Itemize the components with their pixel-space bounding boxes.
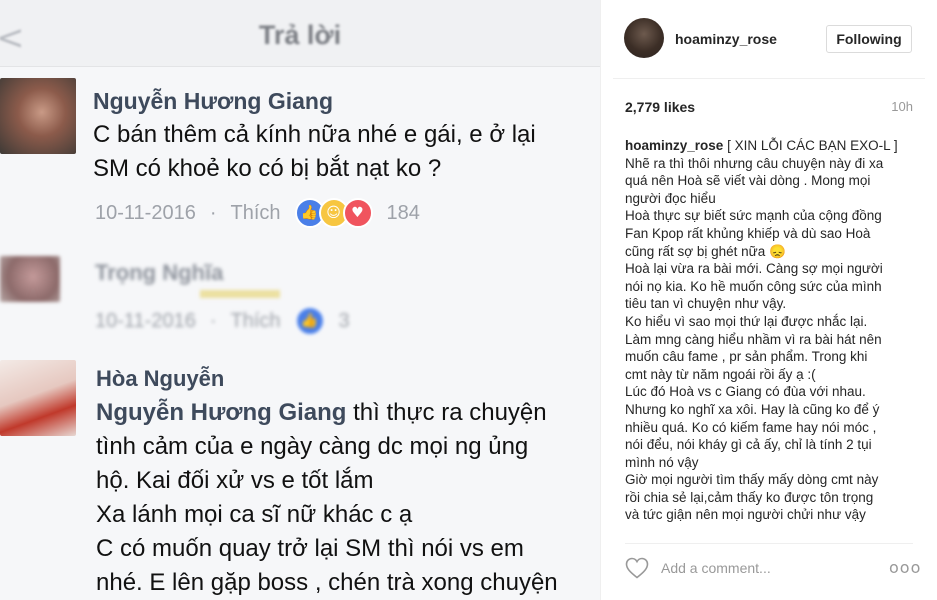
comment-meta: 10-11-2016 · Thích 👍 3 xyxy=(95,306,350,336)
post-image[interactable]: < Trả lời Nguyễn Hương Giang C bán thêm … xyxy=(0,0,600,600)
caption-line: mình nó vậy xyxy=(625,454,699,470)
caption-line: Nhẽ ra thì thôi nhưng câu chuyện này đi … xyxy=(625,155,884,171)
divider xyxy=(625,543,913,544)
add-comment-input[interactable]: Add a comment... xyxy=(661,560,771,576)
caption-line: Giờ mọi người tìm thấy mấy dòng cmt này xyxy=(625,472,879,488)
caption-line: Nhưng ko nghĩ xa xôi. Hay là cũng ko để … xyxy=(625,401,880,417)
comment-item: Trọng Nghĩa 10-11-2016 · Thích 👍 3 xyxy=(0,246,600,346)
comment-date: 10-11-2016 xyxy=(95,309,196,332)
caption-line: tiêu tan vì chuyện như vậy. xyxy=(625,296,787,312)
following-button[interactable]: Following xyxy=(826,25,912,53)
caption-line: nói nọ kia. Ko hề muốn công sức của mình xyxy=(625,278,882,294)
like-icon: 👍 xyxy=(294,306,325,336)
comment-item: Nguyễn Hương Giang C bán thêm cả kính nữ… xyxy=(0,66,600,246)
like-link: Thích xyxy=(230,201,281,224)
heart-icon[interactable] xyxy=(625,557,649,579)
avatar xyxy=(0,78,76,154)
comment-text: C bán thêm cả kính nữa nhé e gái, e ở lạ… xyxy=(93,121,536,182)
dot-separator: · xyxy=(209,309,217,332)
caption-line: Ko hiểu vì sao mọi thứ lại được nhắc lại… xyxy=(625,313,868,329)
caption-line: Làm mng càng hiểu nhầm vì ra bài hát nên xyxy=(625,331,882,347)
avatar[interactable] xyxy=(624,18,664,58)
post-caption: hoaminzy_rose [ XIN LỖI CÁC BẠN EXO-L ] … xyxy=(625,137,917,532)
comment-meta: 10-11-2016 · Thích 👍 ☺ ♥ 184 xyxy=(95,198,420,228)
caption-line: Fan Kpop rất khủng khiếp và dù sao Hoà xyxy=(625,225,871,241)
caption-line: nhiều quá. Ko có kiếm fame hay nói móc , xyxy=(625,419,877,435)
caption-line: người đọc hiểu xyxy=(625,190,716,206)
reply-header-bar: < Trả lời xyxy=(0,0,600,67)
post-header: hoaminzy_rose Following xyxy=(613,0,925,79)
comment-author: Nguyễn Hương Giang xyxy=(93,88,334,114)
more-options-icon[interactable]: ooo xyxy=(889,558,921,577)
post-details-panel: hoaminzy_rose Following 2,779 likes 10h … xyxy=(600,0,937,600)
caption-title: [ XIN LỖI CÁC BẠN EXO-L ] xyxy=(727,138,898,153)
avatar xyxy=(0,256,60,302)
caption-line: cũng rất sợ bị ghét nữa 😞 xyxy=(625,243,786,259)
reaction-count: 3 xyxy=(338,309,350,332)
comment-author: Hòa Nguyễn xyxy=(96,366,225,391)
comment-mention: Nguyễn Hương Giang xyxy=(96,399,347,426)
dot-separator: · xyxy=(209,201,217,224)
comment-item: Hòa Nguyễn Nguyễn Hương Giang thì thực r… xyxy=(0,346,600,600)
caption-line: Hoà thực sự biết sức mạnh của cộng đồng xyxy=(625,208,882,224)
caption-line: cmt này từ năm ngoái rồi ấy ạ :( xyxy=(625,366,816,382)
caption-line: rồi chia sẻ lại,cảm thấy ko được tôn trọ… xyxy=(625,489,874,505)
comment-text: tình cảm của e ngày càng dc mọi ng ủng h… xyxy=(96,433,558,596)
caption-username[interactable]: hoaminzy_rose xyxy=(625,138,723,153)
love-icon: ♥ xyxy=(342,198,373,228)
caption-line: quá nên Hoà sẽ viết vài dòng . Mong mọi xyxy=(625,173,871,189)
reply-header-title: Trả lời xyxy=(258,20,342,50)
caption-line: muốn câu fame , pr sản phẩm. Trong khi xyxy=(625,349,868,365)
comment-date: 10-11-2016 xyxy=(95,201,196,224)
comment-author: Trọng Nghĩa xyxy=(95,260,224,285)
caption-line: nói đểu, nói kháy gì cả ấy, chỉ là tính … xyxy=(625,437,872,453)
caption-line: Lúc đó Hoà vs c Giang có đùa với nhau. xyxy=(625,384,866,400)
post-username[interactable]: hoaminzy_rose xyxy=(675,31,777,47)
post-timestamp[interactable]: 10h xyxy=(891,99,913,114)
likes-count[interactable]: 2,779 likes xyxy=(625,99,695,115)
caption-line: Hoà lại vừa ra bài mới. Càng sợ mọi ngườ… xyxy=(625,261,883,277)
reaction-count: 184 xyxy=(386,201,420,224)
caption-line: và tức giận nên mọi người chửi như vậy xyxy=(625,507,866,523)
like-link: Thích xyxy=(230,309,281,332)
comment-text-first-line: Nguyễn Hương Giang thì thực ra chuyện xyxy=(96,399,547,426)
avatar xyxy=(0,360,76,436)
